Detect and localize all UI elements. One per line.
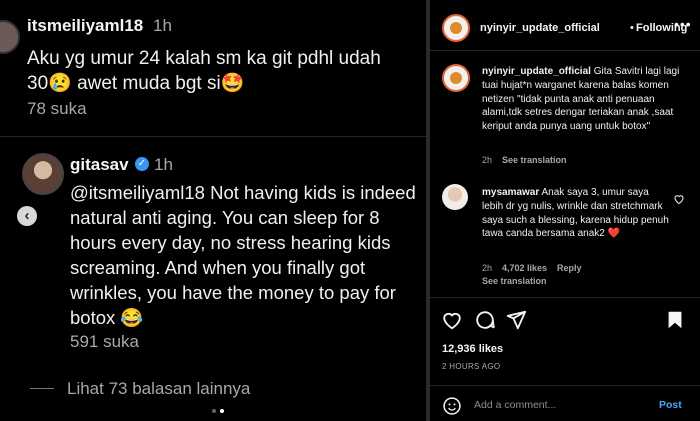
verified-icon: ✓	[135, 157, 149, 171]
comment-box-divider	[430, 385, 700, 386]
comment-text: mysamawar Anak saya 3, umur saya lebih d…	[482, 186, 672, 241]
view-more-replies[interactable]: Lihat 73 balasan lainnya	[67, 379, 250, 399]
commenter-avatar[interactable]	[442, 184, 468, 210]
header-separator: •	[630, 22, 634, 34]
comment2-text: @itsmeiliyaml18 Not having kids is indee…	[70, 182, 416, 328]
poster-avatar[interactable]	[442, 14, 470, 42]
caption-username[interactable]: nyinyir_update_official	[482, 66, 591, 77]
comment-username[interactable]: mysamawar	[482, 187, 539, 198]
post-panel: nyinyir_update_official • Following ••• …	[430, 0, 700, 421]
comment1-text: Aku yg umur 24 kalah sm ka git pdhl udah…	[27, 46, 417, 96]
comment1-username: itsmeiliyaml18	[27, 16, 144, 35]
comment-heart-icon[interactable]	[673, 193, 685, 205]
post-button[interactable]: Post	[659, 399, 682, 411]
emoji-icon[interactable]	[442, 396, 462, 416]
comment-screenshot: itsmeiliyaml18 1h Aku yg umur 24 kalah s…	[0, 0, 426, 421]
chevron-left-icon[interactable]: ‹	[17, 206, 37, 226]
caption: nyinyir_update_official Gita Savitri lag…	[482, 65, 687, 134]
poster-username[interactable]: nyinyir_update_official	[480, 22, 600, 34]
comment1-likes: 78 suka	[27, 99, 87, 118]
comment1-text-line1: Aku yg umur 24 kalah sm ka git pdhl udah	[27, 48, 381, 69]
comment-icon[interactable]	[474, 309, 496, 331]
carousel-dot-active	[220, 409, 224, 413]
view-more-line	[30, 388, 54, 389]
reply-button[interactable]: Reply	[557, 263, 582, 273]
comment1-time: 1h	[153, 16, 172, 35]
caption-see-translation[interactable]: See translation	[502, 155, 567, 165]
post-likes[interactable]: 12,936 likes	[442, 343, 503, 355]
heart-icon[interactable]	[441, 309, 463, 331]
more-icon[interactable]: •••	[674, 16, 692, 32]
comment2-username: gitasav	[70, 155, 129, 174]
comment-likes[interactable]: 4,702 likes	[502, 263, 547, 273]
comment-see-translation[interactable]: See translation	[482, 276, 547, 286]
comment-time: 2h	[482, 263, 493, 273]
commenter-avatar	[0, 20, 20, 54]
carousel-dot	[212, 409, 216, 413]
share-icon[interactable]	[505, 309, 527, 331]
comment2-likes: 591 suka	[70, 332, 139, 351]
comment2-time: 1h	[154, 155, 173, 174]
actions-divider	[430, 297, 700, 298]
caption-avatar[interactable]	[442, 64, 470, 92]
caption-time: 2h	[482, 155, 493, 165]
gitasav-avatar	[22, 153, 64, 195]
divider	[0, 136, 426, 137]
add-comment-input[interactable]: Add a comment...	[474, 399, 556, 411]
post-time-ago: 2 HOURS AGO	[442, 362, 501, 371]
header-divider	[430, 50, 700, 51]
bookmark-icon[interactable]	[664, 309, 686, 331]
comment1-text-line2: 30😢 awet muda bgt si🤩	[27, 73, 245, 94]
